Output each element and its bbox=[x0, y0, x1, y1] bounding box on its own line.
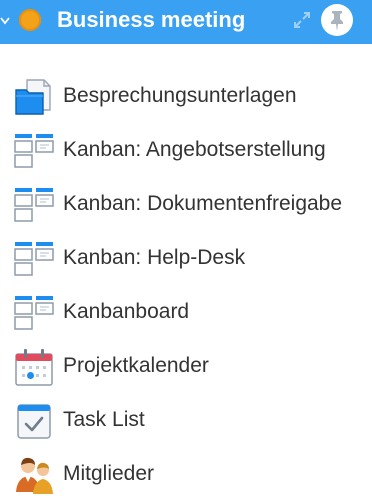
calendar-icon bbox=[15, 349, 53, 386]
folder-icon bbox=[15, 79, 51, 115]
list-item-label: Mitglieder bbox=[63, 462, 155, 485]
status-dot bbox=[19, 9, 41, 31]
task-list-icon bbox=[17, 404, 51, 439]
list-item-kanban-help-desk[interactable]: Kanban: Help-Desk bbox=[0, 232, 372, 286]
list-item-kanbanboard[interactable]: Kanbanboard bbox=[0, 286, 372, 340]
list-item-task-list[interactable]: Task List bbox=[0, 394, 372, 448]
list-item-label: Kanbanboard bbox=[63, 300, 190, 323]
kanban-icon bbox=[14, 296, 54, 330]
pin-icon bbox=[331, 11, 343, 31]
list-item-label: Kanban: Help-Desk bbox=[63, 246, 246, 269]
pin-button[interactable] bbox=[321, 4, 353, 36]
kanban-icon bbox=[14, 188, 54, 222]
page-title: Business meeting bbox=[57, 7, 246, 32]
list-item-label: Besprechungsunterlagen bbox=[63, 84, 297, 107]
list-item-besprechungsunterlagen[interactable]: Besprechungsunterlagen bbox=[0, 70, 372, 124]
list-item-label: Kanban: Dokumentenfreigabe bbox=[63, 192, 343, 215]
list-item-kanban-dokumentenfreigabe[interactable]: Kanban: Dokumentenfreigabe bbox=[0, 178, 372, 232]
list-item-projektkalender[interactable]: Projektkalender bbox=[0, 340, 372, 394]
expand-icon[interactable] bbox=[292, 10, 312, 30]
list-item-kanban-angebotserstellung[interactable]: Kanban: Angebotserstellung bbox=[0, 124, 372, 178]
list-item-label: Kanban: Angebotserstellung bbox=[63, 138, 326, 161]
kanban-icon bbox=[14, 134, 54, 168]
app-header: Business meeting bbox=[0, 0, 372, 44]
chevron-down-icon[interactable] bbox=[0, 14, 10, 28]
kanban-icon bbox=[14, 242, 54, 276]
members-icon bbox=[16, 457, 53, 494]
list-item-label: Task List bbox=[63, 408, 145, 431]
list-item-mitglieder[interactable]: Mitglieder bbox=[0, 448, 372, 502]
list-item-label: Projektkalender bbox=[63, 354, 209, 377]
